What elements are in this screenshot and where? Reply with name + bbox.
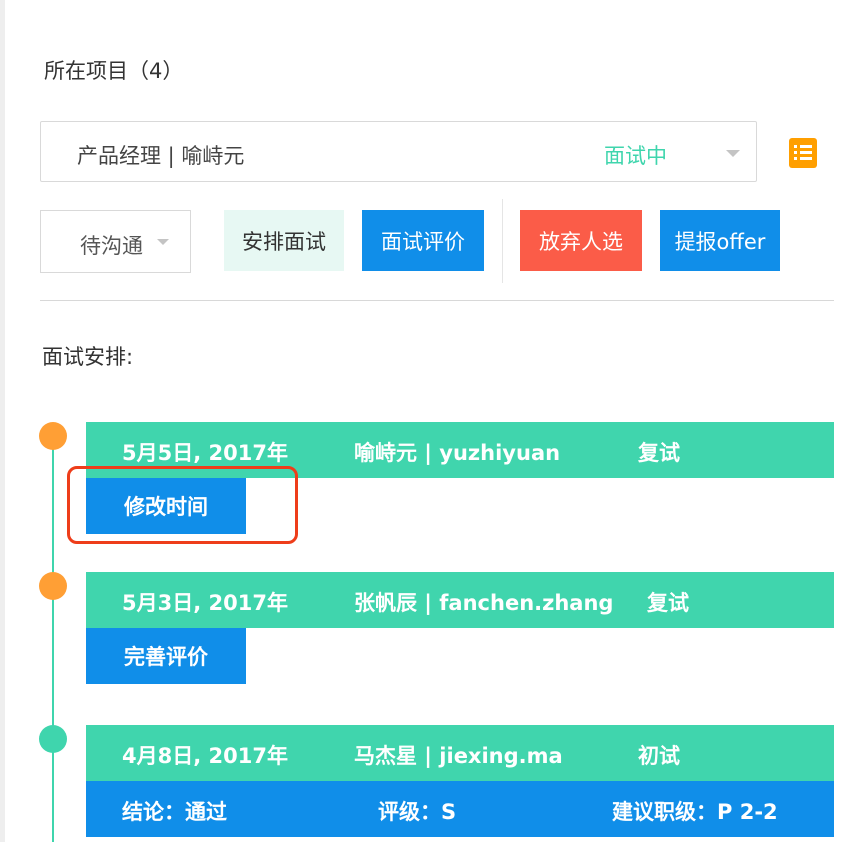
stage-select[interactable]: 待沟通 (40, 210, 191, 273)
interview-interviewer: 喻峙元 | yuzhiyuan (354, 441, 561, 465)
interview-interviewer: 马杰星 | jiexing.ma (354, 744, 563, 768)
interview-round: 复试 (647, 591, 689, 615)
interview-header: 5月3日, 2017年 张帆辰 | fanchen.zhang 复试 (86, 572, 834, 628)
arrange-interview-button[interactable]: 安排面试 (224, 210, 344, 271)
interview-result: 结论：通过 评级：S 建议职级：P 2-2 (86, 781, 834, 837)
interview-date: 5月5日, 2017年 (122, 441, 288, 465)
result-rating: 评级：S (378, 800, 457, 824)
schedule-title: 面试安排: (42, 345, 134, 369)
interview-date: 5月3日, 2017年 (122, 591, 288, 615)
interview-round: 初试 (638, 744, 680, 768)
interview-evaluation-button[interactable]: 面试评价 (362, 210, 484, 271)
divider (502, 199, 503, 283)
timeline-dot (39, 725, 67, 753)
list-icon-line (800, 151, 812, 154)
list-icon-dot (794, 151, 797, 154)
stage-value: 待沟通 (80, 234, 143, 258)
submit-offer-button[interactable]: 提报offer (660, 210, 780, 271)
list-icon-dot (794, 157, 797, 160)
interview-header: 4月8日, 2017年 马杰星 | jiexing.ma 初试 (86, 725, 834, 781)
interview-round: 复试 (638, 441, 680, 465)
project-select[interactable]: 产品经理 | 喻峙元 面试中 (40, 121, 757, 182)
timeline-dot (39, 572, 67, 600)
projects-title: 所在项目（4） (44, 59, 184, 83)
timeline-line (52, 436, 54, 842)
list-icon-dot (794, 145, 797, 148)
interview-interviewer: 张帆辰 | fanchen.zhang (354, 591, 614, 615)
project-status: 面试中 (604, 144, 667, 168)
interview-date: 4月8日, 2017年 (122, 744, 288, 768)
caret-down-icon (157, 239, 169, 245)
result-conclusion: 结论：通过 (122, 800, 227, 824)
list-icon-line (800, 157, 812, 160)
project-name: 产品经理 | 喻峙元 (77, 144, 245, 168)
left-edge (0, 0, 5, 842)
divider (40, 300, 834, 301)
list-icon-line (800, 145, 812, 148)
list-icon[interactable] (789, 138, 817, 168)
result-suggested-level: 建议职级：P 2-2 (612, 800, 778, 824)
complete-evaluation-button[interactable]: 完善评价 (86, 628, 246, 684)
timeline-dot (39, 422, 67, 450)
highlight-annotation (67, 466, 298, 544)
caret-down-icon (726, 150, 740, 157)
abandon-candidate-button[interactable]: 放弃人选 (520, 210, 642, 271)
